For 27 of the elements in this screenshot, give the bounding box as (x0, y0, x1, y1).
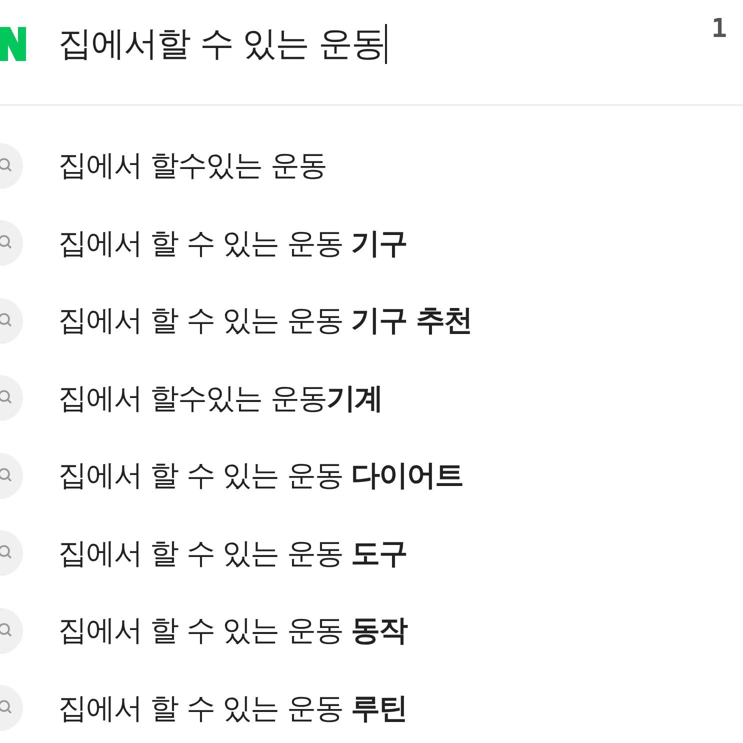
search-icon (0, 142, 24, 189)
suggestion-item[interactable]: 집에서 할 수 있는 운동 도구 (0, 514, 743, 592)
search-icon (0, 530, 24, 576)
suggestion-item[interactable]: 집에서 할 수 있는 운동 동작 (0, 592, 743, 670)
suggestion-item[interactable]: 집에서 할 수 있는 운동 기구 (0, 204, 743, 282)
search-icon (0, 298, 24, 344)
logo-icon (0, 27, 26, 61)
search-icon (0, 608, 24, 654)
suggestion-text: 집에서 할 수 있는 운동 다이어트 (58, 457, 464, 494)
suggestion-text: 집에서 할 수 있는 운동 기구 (58, 224, 408, 262)
suggestion-text: 집에서 할 수 있는 운동 기구 추천 (58, 302, 472, 339)
suggestion-text: 집에서 할 수 있는 운동 동작 (58, 612, 408, 649)
counter: 1 (711, 13, 727, 46)
suggestion-text: 집에서 할 수 있는 운동 도구 (58, 534, 408, 572)
suggestion-item[interactable]: 집에서 할수있는 운동기계 (0, 360, 743, 437)
search-field[interactable]: 집에서할 수 있는 운동 (58, 18, 712, 70)
suggestion-item[interactable]: 집에서 할 수 있는 운동 루틴 (0, 670, 743, 743)
suggestion-text: 집에서 할수있는 운동 (58, 147, 326, 184)
suggestion-text: 집에서 할수있는 운동기계 (58, 380, 382, 416)
suggestion-text: 집에서 할 수 있는 운동 루틴 (58, 690, 408, 726)
search-icon (0, 220, 24, 266)
search-icon (0, 375, 24, 422)
suggestion-item[interactable]: 집에서 할 수 있는 운동 기구 추천 (0, 282, 743, 360)
suggestion-item[interactable]: 집에서 할 수 있는 운동 다이어트 (0, 437, 743, 514)
search-icon (0, 685, 24, 732)
suggestion-item[interactable]: 집에서 할수있는 운동 (0, 127, 743, 204)
search-icon (0, 452, 24, 499)
